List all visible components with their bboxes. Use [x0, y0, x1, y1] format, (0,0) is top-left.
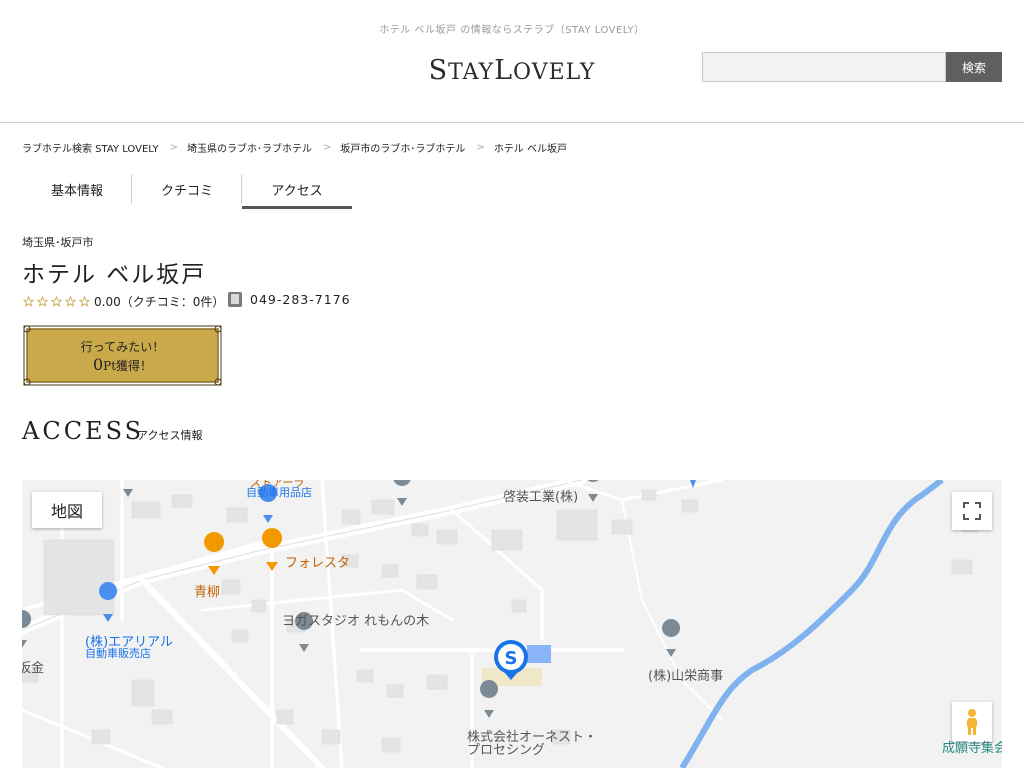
hotel-name: ホテル ベル坂戸	[22, 262, 207, 288]
tab-access[interactable]: アクセス	[242, 172, 352, 209]
breadcrumb-separator: >	[169, 142, 179, 153]
hotel-rating: 0.00 （クチコミ：0件）	[22, 293, 224, 310]
street-view-pegman[interactable]	[952, 702, 992, 742]
star-empty-icon	[50, 296, 62, 308]
map-label-sanei: (株)山栄商事	[648, 669, 724, 684]
breadcrumb-item-current: ホテル ベル坂戸	[493, 144, 567, 155]
hotel-phone[interactable]: 049-283-7176	[228, 292, 351, 307]
map-label-kin: 坂金	[22, 661, 45, 676]
wish-label: 行ってみたい！	[80, 340, 165, 354]
svg-text:S: S	[505, 648, 518, 669]
search-button[interactable]: 検索	[946, 52, 1002, 82]
breadcrumb-item-home[interactable]: ラブホテル検索 STAY LOVELY	[22, 140, 159, 155]
pegman-icon	[967, 709, 977, 735]
breadcrumb-item-city[interactable]: 坂戸市のラブホ･ラブホテル	[340, 140, 465, 155]
site-tagline: ホテル ベル坂戸 の情報ならステラブ（STAY LOVELY）	[379, 25, 645, 36]
map-label-jooji: 成願寺集会	[942, 741, 1002, 756]
access-heading: ACCESS	[22, 417, 145, 445]
star-empty-icon	[64, 296, 76, 308]
map-label-aerial-sub: 自動車販売店	[85, 647, 151, 660]
hotel-location: 埼玉県･坂戸市	[22, 236, 94, 249]
map-label-yoga: ヨガスタジオ れもんの木	[282, 614, 430, 629]
map-label-forester: フォレスタ	[285, 556, 351, 571]
access-map[interactable]: S 地図 ストアーラ 自動車用品店 啓装工業(株) フォレスタ 青柳 ヨガスタジ…	[22, 480, 1002, 768]
star-empty-icon	[22, 296, 34, 308]
phone-number[interactable]: 049-283-7176	[250, 292, 351, 307]
map-label-honest-2: プロセシング	[467, 743, 546, 758]
map-type-button[interactable]: 地図	[32, 492, 102, 528]
tab-reviews[interactable]: クチコミ	[132, 172, 242, 206]
star-empty-icon	[36, 296, 48, 308]
want-to-go-button[interactable]: 行ってみたい！ 0Pt獲得！	[23, 325, 222, 386]
access-subheading: アクセス情報	[137, 429, 203, 442]
review-count[interactable]: （クチコミ：0件）	[121, 293, 225, 310]
fullscreen-button[interactable]	[952, 492, 992, 530]
map-canvas[interactable]: S	[22, 480, 1002, 768]
star-empty-icon	[78, 296, 90, 308]
wish-points: 0Pt獲得！	[92, 355, 153, 374]
breadcrumb: ラブホテル検索 STAY LOVELY > 埼玉県のラブホ･ラブホテル > 坂戸…	[22, 140, 567, 155]
phone-icon	[228, 292, 242, 307]
rating-stars	[22, 296, 90, 308]
site-header: ホテル ベル坂戸 の情報ならステラブ（STAY LOVELY） STAYLOVE…	[0, 0, 1024, 123]
map-label-auto-parts: 自動車用品店	[246, 486, 312, 499]
map-label-keiso: 啓装工業(株)	[503, 490, 579, 505]
tab-basic-info[interactable]: 基本情報	[22, 172, 132, 206]
map-label-aoyagi: 青柳	[194, 585, 221, 600]
breadcrumb-separator: >	[476, 142, 485, 153]
breadcrumb-separator: >	[323, 142, 332, 153]
fullscreen-icon	[963, 502, 981, 520]
detail-tabs: 基本情報 クチコミ アクセス	[22, 172, 352, 209]
search-input[interactable]	[702, 52, 946, 82]
breadcrumb-item-prefecture[interactable]: 埼玉県のラブホ･ラブホテル	[187, 140, 312, 155]
rating-score: 0.00	[94, 294, 121, 309]
